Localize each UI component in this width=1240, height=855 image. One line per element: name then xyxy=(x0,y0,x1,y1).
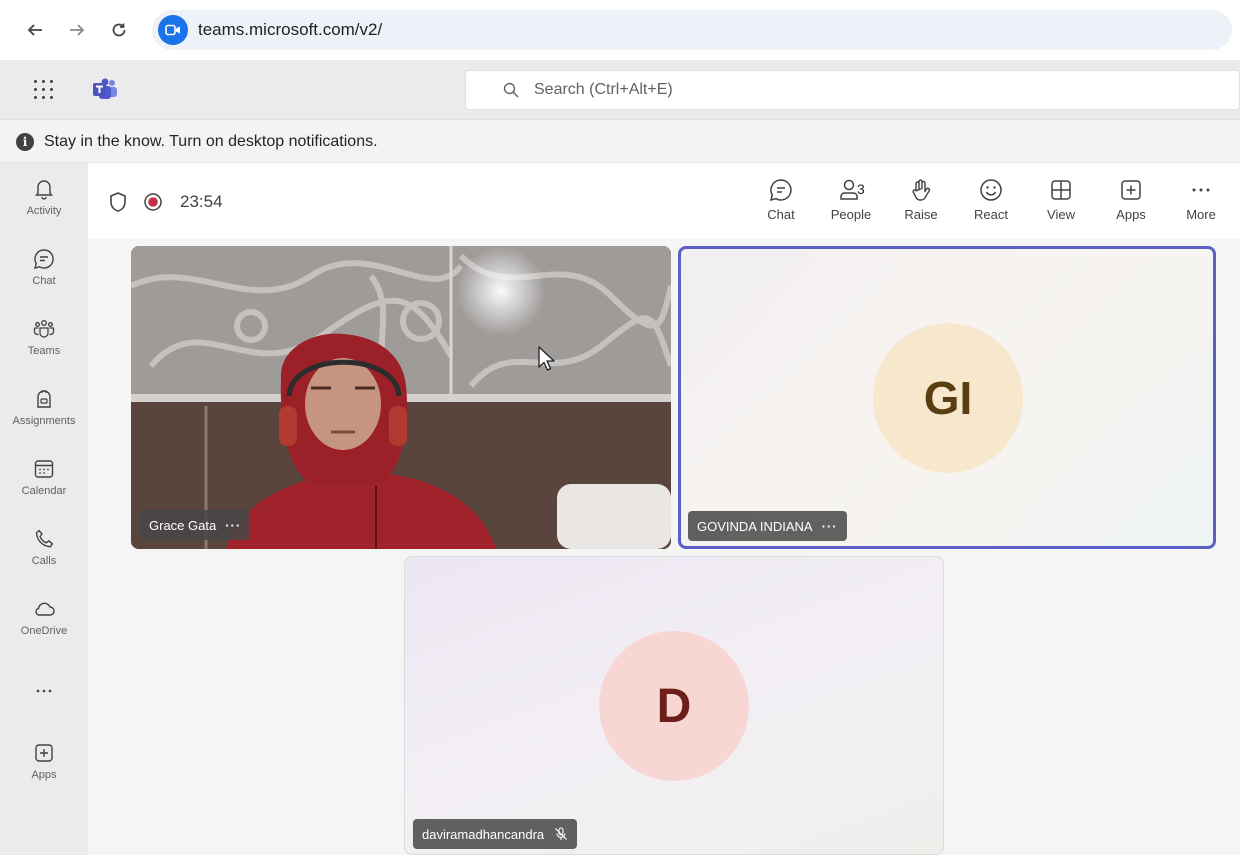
phone-icon xyxy=(35,529,53,548)
raise-hand-button[interactable]: Raise xyxy=(893,177,949,233)
back-arrow-icon[interactable] xyxy=(16,10,54,50)
rail-more-button[interactable] xyxy=(0,671,88,733)
tool-label: Apps xyxy=(1116,207,1146,222)
rail-label: Assignments xyxy=(12,415,76,427)
more-dots-icon xyxy=(36,689,52,693)
participant-tile-active-speaker[interactable]: GI GOVINDA INDIANA ··· xyxy=(678,246,1216,549)
teams-icon xyxy=(33,320,55,338)
shield-icon[interactable] xyxy=(108,191,128,213)
more-dots-icon[interactable]: ··· xyxy=(225,518,241,533)
participant-name-chip[interactable]: GOVINDA INDIANA ··· xyxy=(688,511,847,541)
tool-label: View xyxy=(1047,207,1075,222)
avatar: D xyxy=(599,631,749,781)
search-icon xyxy=(503,82,519,98)
teams-logo-icon xyxy=(93,78,117,99)
info-icon: i xyxy=(16,132,34,151)
rail-item-onedrive[interactable]: OneDrive xyxy=(0,589,88,651)
meeting-toolbar: 23:54 Chat 3 People Raise React View App… xyxy=(88,163,1240,239)
calendar-icon xyxy=(34,460,54,478)
rail-item-assignments[interactable]: Assignments xyxy=(0,379,88,441)
people-count: 3 xyxy=(857,181,865,197)
more-dots-icon[interactable]: ··· xyxy=(822,519,838,534)
apps-button[interactable]: Apps xyxy=(1103,177,1159,233)
cloud-icon xyxy=(35,602,55,616)
rail-label: Apps xyxy=(31,769,57,781)
hand-icon xyxy=(912,179,931,201)
rail-item-activity[interactable]: Activity xyxy=(0,169,88,231)
url-text: teams.microsoft.com/v2/ xyxy=(198,20,383,39)
chat-icon xyxy=(34,249,54,269)
rail-label: Calls xyxy=(31,555,57,567)
mouse-cursor-icon xyxy=(538,346,555,371)
rail-item-chat[interactable]: Chat xyxy=(0,239,88,301)
participant-name: Grace Gata xyxy=(149,517,217,533)
participant-name: daviramadhancandra xyxy=(422,826,545,842)
react-button[interactable]: React xyxy=(963,177,1019,233)
notification-text[interactable]: Stay in the know. Turn on desktop notifi… xyxy=(44,133,378,151)
view-button[interactable]: View xyxy=(1033,177,1089,233)
bell-icon xyxy=(35,180,53,200)
avatar: GI xyxy=(873,323,1023,473)
teams-header xyxy=(0,60,1240,120)
forward-arrow-icon[interactable] xyxy=(58,10,96,50)
browser-toolbar: teams.microsoft.com/v2/ xyxy=(0,0,1240,60)
rail-label: Teams xyxy=(27,345,61,357)
chat-icon xyxy=(769,179,792,202)
participant-tile-video[interactable]: Grace Gata ··· xyxy=(131,246,671,549)
participant-name-chip[interactable]: Grace Gata ··· xyxy=(140,510,251,540)
meeting-stage: Grace Gata ··· GI GOVINDA INDIANA ··· D … xyxy=(88,239,1240,855)
tool-label: People xyxy=(830,207,872,222)
meeting-timer: 23:54 xyxy=(180,192,223,211)
chat-button[interactable]: Chat xyxy=(753,177,809,233)
participant-video-feed xyxy=(131,246,671,549)
assignments-icon xyxy=(37,390,51,408)
more-dots-icon xyxy=(1192,188,1210,192)
reload-icon[interactable] xyxy=(100,10,138,50)
teams-video-icon xyxy=(158,15,188,45)
recording-icon xyxy=(144,193,162,211)
address-bar[interactable]: teams.microsoft.com/v2/ xyxy=(152,10,1232,50)
rail-label: Chat xyxy=(32,275,56,287)
search-input[interactable] xyxy=(534,81,1134,99)
tool-label: Chat xyxy=(767,207,795,222)
participant-name-chip[interactable]: daviramadhancandra xyxy=(413,819,578,849)
add-apps-icon xyxy=(1121,180,1141,200)
tool-label: More xyxy=(1186,207,1216,222)
participant-tile[interactable]: D daviramadhancandra xyxy=(404,556,944,855)
rail-item-calls[interactable]: Calls xyxy=(0,519,88,581)
tool-label: React xyxy=(974,207,1008,222)
grid-view-icon xyxy=(1051,180,1071,200)
tool-label: Raise xyxy=(904,207,938,222)
left-rail: Activity Chat Teams Assignments Calendar… xyxy=(0,163,88,855)
more-button[interactable]: More xyxy=(1173,177,1229,233)
notification-banner: i Stay in the know. Turn on desktop noti… xyxy=(0,121,1240,163)
rail-label: Calendar xyxy=(21,485,67,497)
rail-item-teams[interactable]: Teams xyxy=(0,309,88,371)
mic-off-icon xyxy=(555,827,568,840)
emoji-icon xyxy=(980,179,1002,201)
rail-item-calendar[interactable]: Calendar xyxy=(0,449,88,511)
rail-item-apps[interactable]: Apps xyxy=(0,733,88,795)
search-box[interactable] xyxy=(465,70,1240,110)
participant-name: GOVINDA INDIANA xyxy=(697,518,813,534)
rail-label: Activity xyxy=(26,205,62,217)
people-button[interactable]: 3 People xyxy=(823,177,879,233)
app-launcher-icon[interactable] xyxy=(32,78,56,102)
add-apps-icon xyxy=(35,744,53,762)
rail-label: OneDrive xyxy=(20,625,68,637)
